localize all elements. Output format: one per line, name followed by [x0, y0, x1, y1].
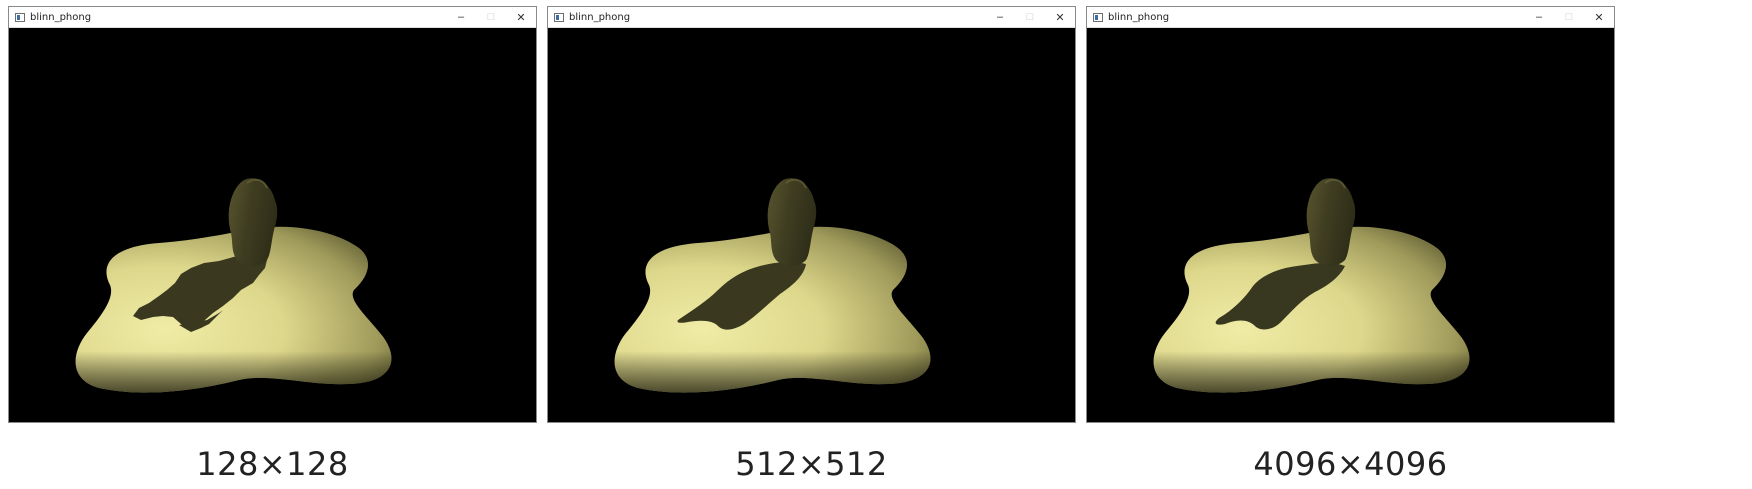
window-panel-3: blinn_phong – □ ✕	[1086, 6, 1615, 423]
window-title: blinn_phong	[569, 11, 631, 23]
minimize-button[interactable]: –	[446, 7, 476, 27]
app-window-icon[interactable]	[1093, 12, 1103, 22]
maximize-button[interactable]: □	[1554, 7, 1584, 27]
maximize-button[interactable]: □	[1015, 7, 1045, 27]
resolution-caption-1: 128×128	[196, 445, 349, 483]
resolution-caption-2: 512×512	[735, 445, 888, 483]
render-viewport	[1087, 28, 1614, 422]
app-window-icon[interactable]	[15, 12, 25, 22]
app-window-icon[interactable]	[554, 12, 564, 22]
window-panel-1: blinn_phong – □ ✕	[8, 6, 537, 423]
rendered-scene	[9, 28, 536, 422]
render-viewport	[548, 28, 1075, 422]
app-window-3[interactable]: blinn_phong – □ ✕	[1086, 6, 1615, 423]
minimize-button[interactable]: –	[985, 7, 1015, 27]
close-button[interactable]: ✕	[506, 7, 536, 27]
title-bar[interactable]: blinn_phong – □ ✕	[1087, 7, 1614, 28]
window-panel-2: blinn_phong – □ ✕	[547, 6, 1076, 423]
maximize-button[interactable]: □	[476, 7, 506, 27]
rendered-scene	[548, 28, 1075, 422]
render-viewport	[9, 28, 536, 422]
close-button[interactable]: ✕	[1584, 7, 1614, 27]
close-button[interactable]: ✕	[1045, 7, 1075, 27]
app-window-1[interactable]: blinn_phong – □ ✕	[8, 6, 537, 423]
window-title: blinn_phong	[1108, 11, 1170, 23]
title-bar[interactable]: blinn_phong – □ ✕	[548, 7, 1075, 28]
resolution-caption-3: 4096×4096	[1253, 445, 1448, 483]
window-title: blinn_phong	[30, 11, 92, 23]
minimize-button[interactable]: –	[1524, 7, 1554, 27]
title-bar[interactable]: blinn_phong – □ ✕	[9, 7, 536, 28]
app-window-2[interactable]: blinn_phong – □ ✕	[547, 6, 1076, 423]
rendered-scene	[1087, 28, 1614, 422]
